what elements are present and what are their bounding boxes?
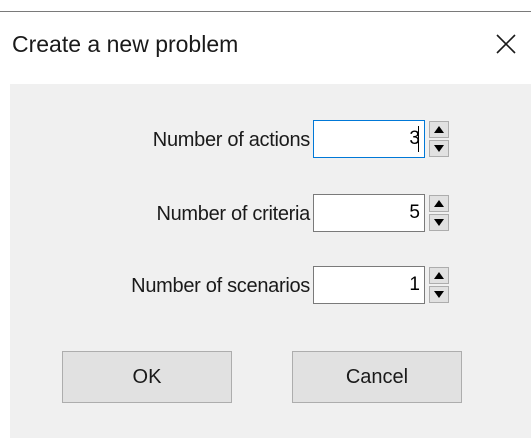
dialog-title: Create a new problem — [12, 31, 239, 57]
dialog-body: Number of actions 3 Number of criteria 5 — [10, 84, 531, 438]
criteria-decrement-button[interactable] — [429, 214, 449, 231]
actions-input[interactable]: 3 — [313, 120, 425, 158]
field-row-actions: Number of actions 3 — [10, 120, 531, 160]
actions-label: Number of actions — [152, 129, 311, 151]
ok-button[interactable]: OK — [62, 351, 232, 403]
cancel-button[interactable]: Cancel — [292, 351, 462, 403]
close-button[interactable] — [481, 12, 531, 72]
criteria-increment-button[interactable] — [429, 195, 449, 212]
spin-down-arrow-icon — [434, 145, 444, 152]
scenarios-spinner — [429, 267, 449, 303]
actions-decrement-button[interactable] — [429, 140, 449, 157]
spin-up-arrow-icon — [434, 126, 444, 133]
field-row-scenarios: Number of scenarios 1 — [10, 266, 531, 306]
dialog-window: Create a new problem Number of actions 3 — [0, 0, 531, 438]
spin-down-arrow-icon — [434, 291, 444, 298]
actions-spinner — [429, 121, 449, 157]
spin-down-arrow-icon — [434, 219, 444, 226]
spin-up-arrow-icon — [434, 200, 444, 207]
close-icon — [496, 34, 516, 54]
title-bar[interactable]: Create a new problem — [0, 12, 531, 72]
actions-increment-button[interactable] — [429, 121, 449, 138]
scenarios-input[interactable]: 1 — [313, 266, 425, 304]
criteria-label: Number of criteria — [156, 203, 310, 225]
text-caret — [418, 126, 419, 152]
criteria-spinner — [429, 195, 449, 231]
field-row-criteria: Number of criteria 5 — [10, 194, 531, 234]
spin-up-arrow-icon — [434, 272, 444, 279]
scenarios-increment-button[interactable] — [429, 267, 449, 284]
scenarios-decrement-button[interactable] — [429, 286, 449, 303]
scenarios-label: Number of scenarios — [131, 275, 310, 297]
criteria-input[interactable]: 5 — [313, 194, 425, 232]
